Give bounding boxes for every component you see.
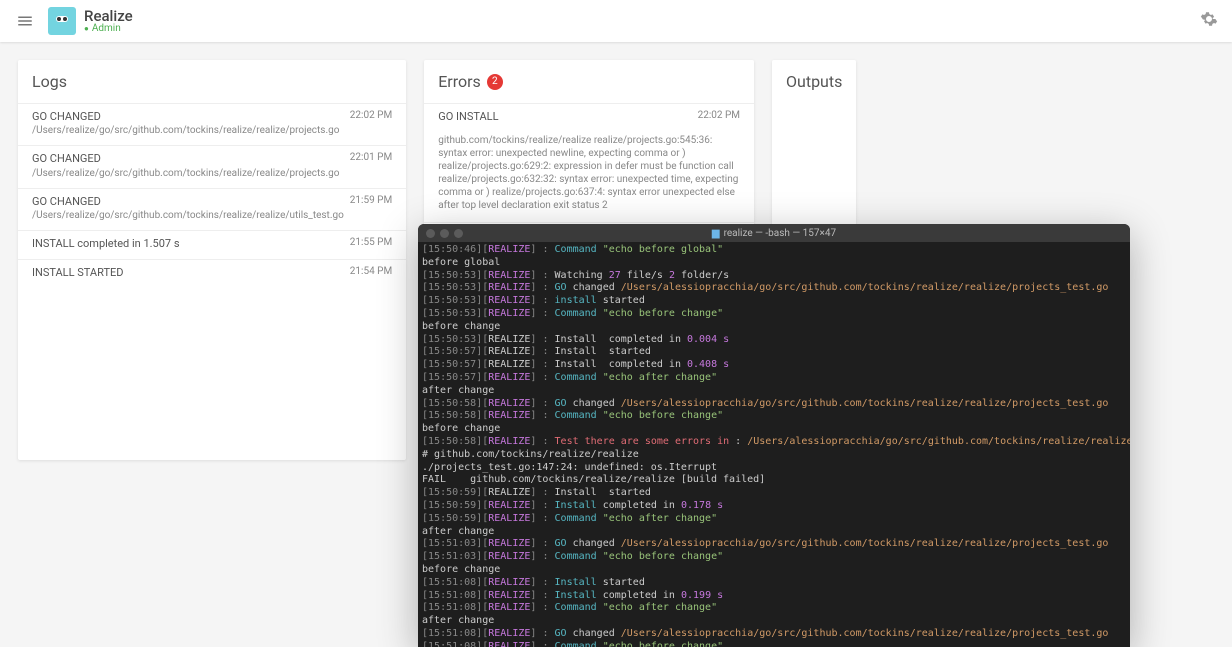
log-item-body: /Users/realize/go/src/github.com/tockins…: [32, 124, 344, 137]
log-item[interactable]: GO CHANGED/Users/realize/go/src/github.c…: [18, 188, 406, 230]
error-item[interactable]: GO INSTALL22:02 PM: [424, 103, 754, 132]
gear-icon[interactable]: [1196, 6, 1222, 36]
log-item-body: /Users/realize/go/src/github.com/tockins…: [32, 167, 344, 180]
log-item-time: 21:59 PM: [344, 195, 392, 222]
terminal-titlebar[interactable]: ▆ realize — -bash — 157×47: [418, 224, 1130, 242]
menu-icon[interactable]: [10, 6, 40, 36]
folder-icon: ▆: [712, 228, 720, 239]
app-bar: Realize Admin: [0, 0, 1232, 42]
error-item-time: 22:02 PM: [692, 110, 740, 124]
log-item-title: GO CHANGED: [32, 152, 344, 166]
outputs-title: Outputs: [772, 60, 856, 103]
log-item-time: 21:55 PM: [344, 237, 392, 251]
app-title: Realize: [84, 9, 133, 24]
log-item[interactable]: GO CHANGED/Users/realize/go/src/github.c…: [18, 145, 406, 187]
log-item[interactable]: GO CHANGED/Users/realize/go/src/github.c…: [18, 103, 406, 145]
log-item-body: /Users/realize/go/src/github.com/tockins…: [32, 209, 344, 222]
errors-badge: 2: [487, 74, 503, 90]
terminal-window: ▆ realize — -bash — 157×47 [15:50:46][RE…: [418, 224, 1130, 647]
log-item-time: 22:01 PM: [344, 152, 392, 179]
error-item-title: GO INSTALL: [438, 110, 691, 124]
log-item-title: INSTALL STARTED: [32, 266, 344, 280]
log-item[interactable]: INSTALL completed in 1.507 s21:55 PM: [18, 230, 406, 259]
log-item-title: INSTALL completed in 1.507 s: [32, 237, 344, 251]
log-item-title: GO CHANGED: [32, 110, 344, 124]
terminal-title: realize — -bash — 157×47: [724, 228, 837, 239]
log-item-time: 21:54 PM: [344, 266, 392, 280]
terminal-body[interactable]: [15:50:46][REALIZE] : Command "echo befo…: [418, 242, 1130, 647]
logs-panel: Logs GO CHANGED/Users/realize/go/src/git…: [18, 60, 406, 460]
log-item-title: GO CHANGED: [32, 195, 344, 209]
logs-title: Logs: [18, 60, 406, 103]
app-subtitle: Admin: [84, 24, 133, 34]
app-logo: [48, 7, 76, 35]
errors-title: Errors: [438, 72, 481, 91]
error-item-detail: github.com/tockins/realize/realize reali…: [424, 132, 754, 222]
log-item-time: 22:02 PM: [344, 110, 392, 137]
log-item[interactable]: INSTALL STARTED21:54 PM: [18, 259, 406, 288]
